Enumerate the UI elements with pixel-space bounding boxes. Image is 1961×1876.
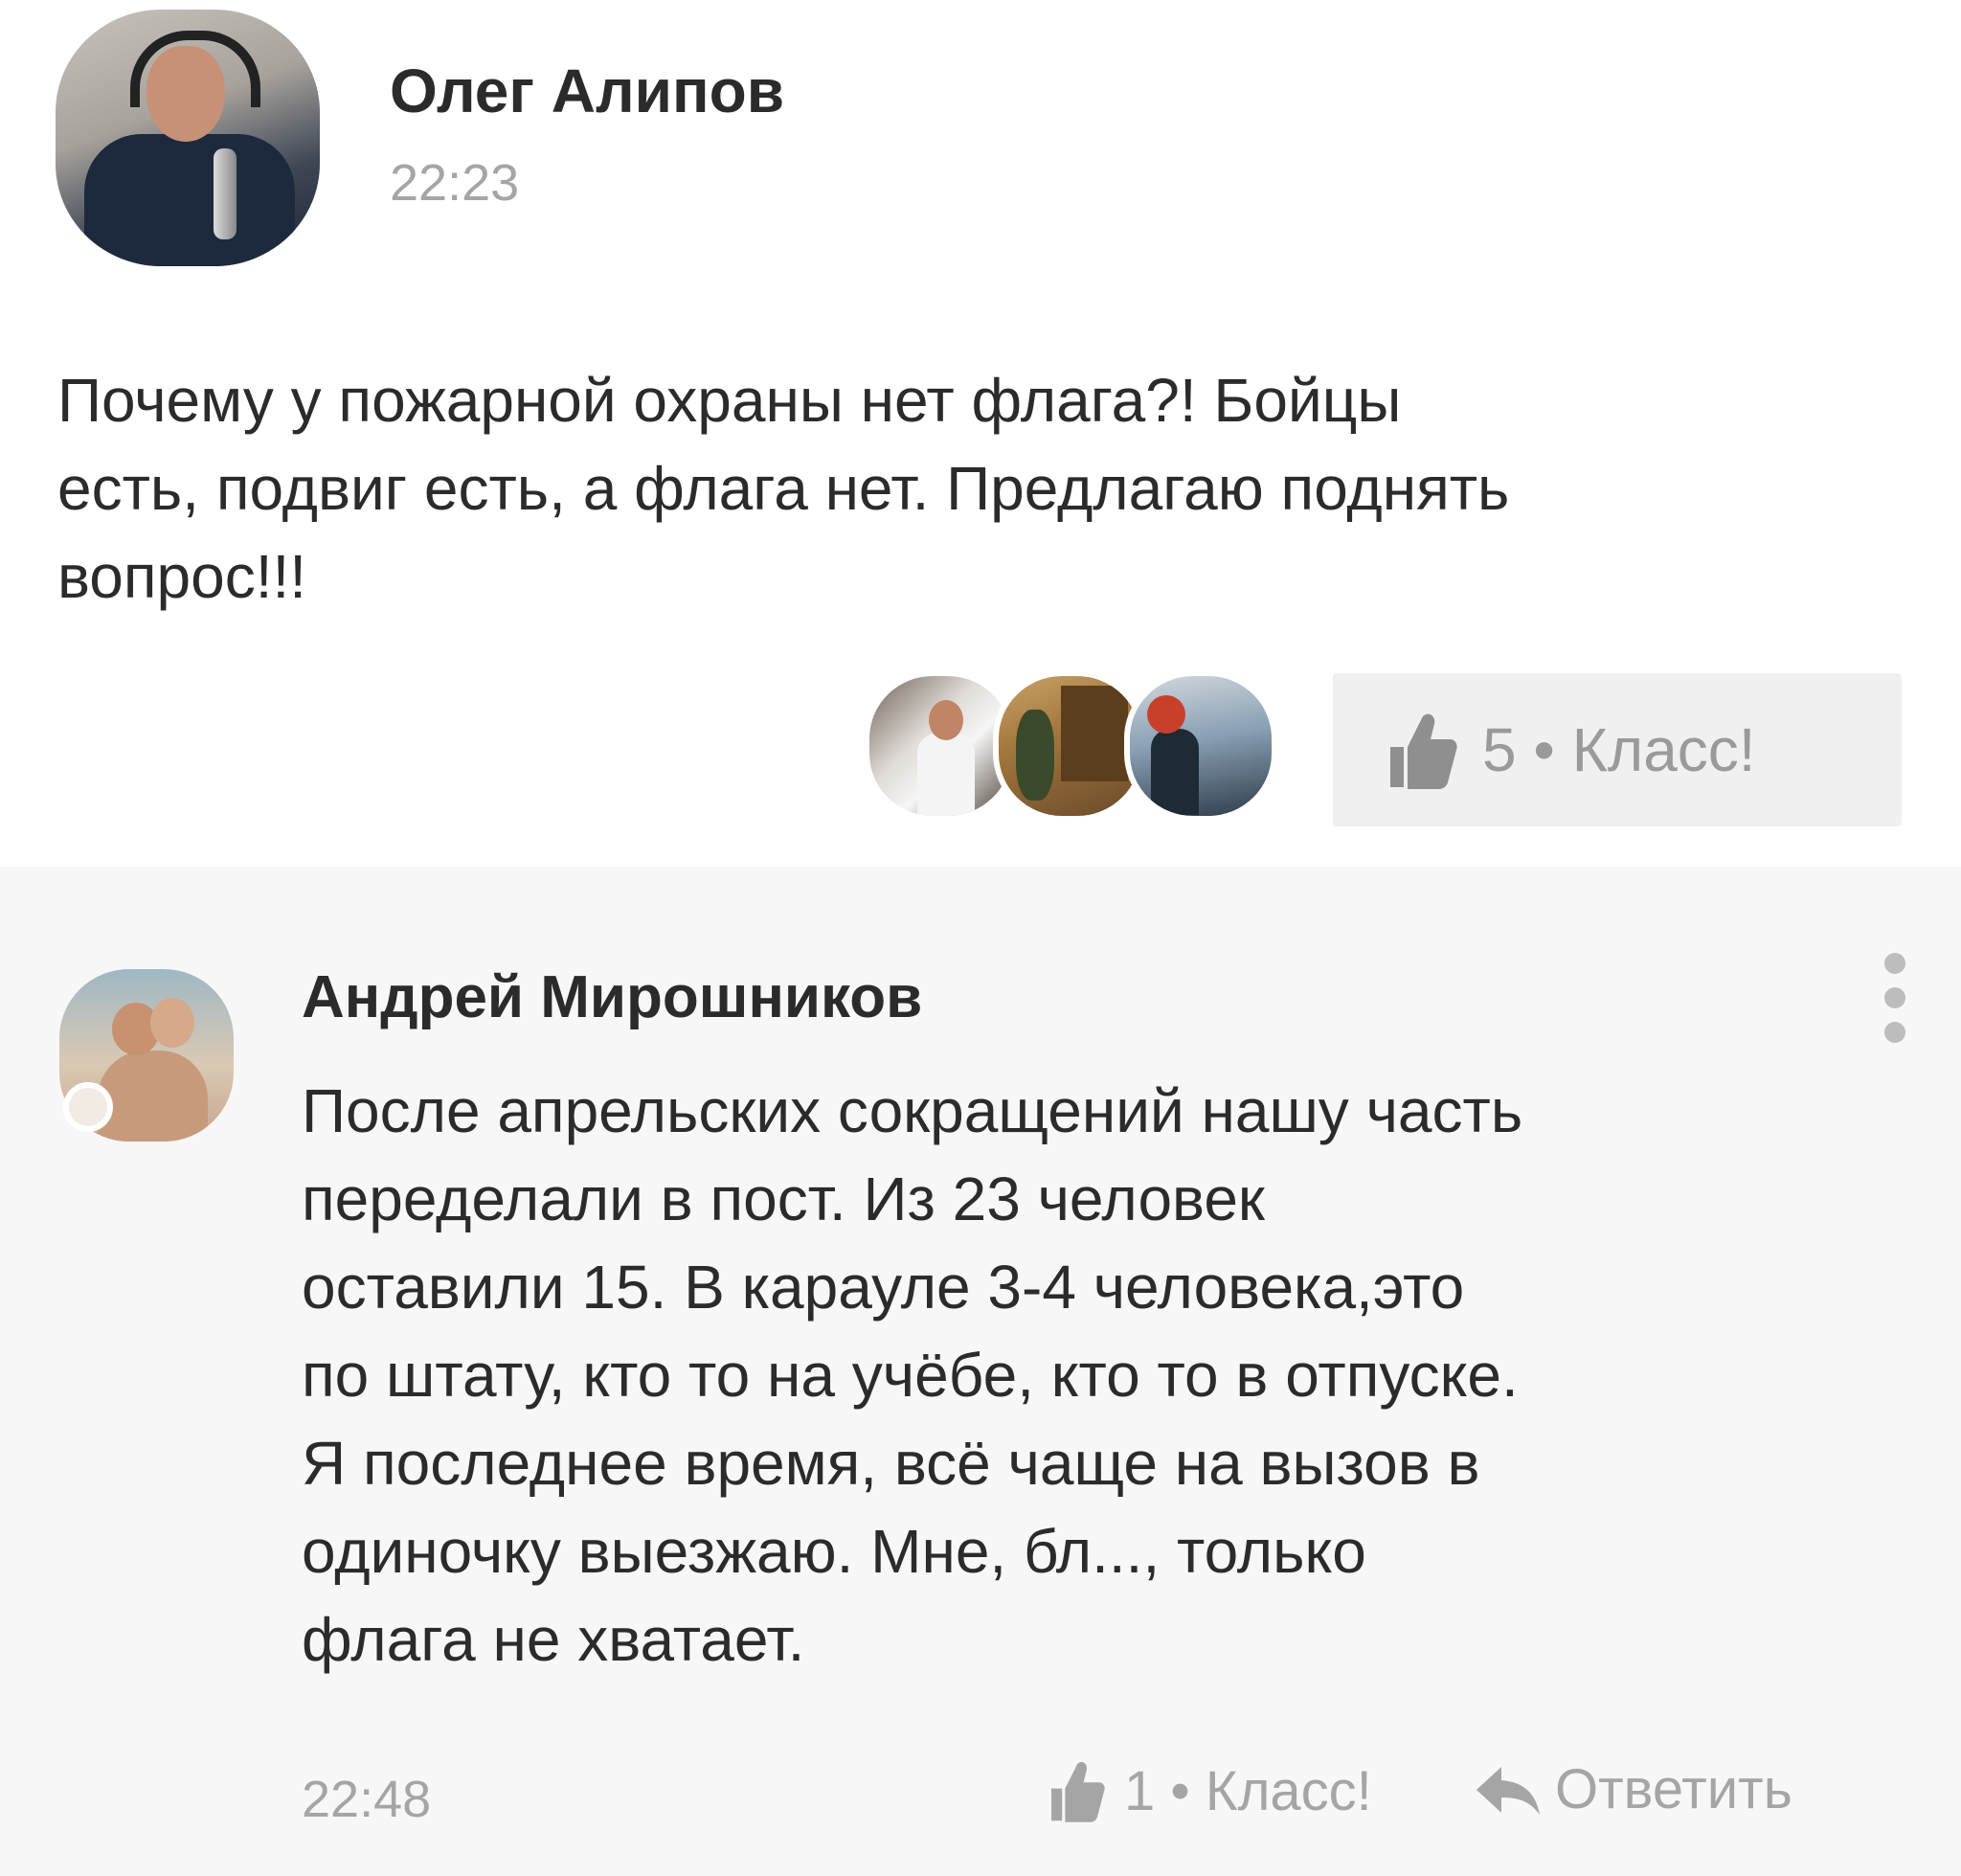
comment-like-button[interactable]: 1 • Класс! — [1044, 1757, 1372, 1824]
avatar-uniform — [84, 134, 295, 266]
post-card: Олег Алипов 22:23 Почему у пожарной охра… — [0, 0, 1961, 867]
liker-avatar[interactable] — [993, 670, 1146, 822]
avatar-headset — [130, 31, 260, 107]
reply-label: Ответить — [1555, 1758, 1792, 1820]
author-avatar[interactable] — [56, 10, 320, 266]
avatar-microphone — [214, 148, 237, 239]
thumbs-up-icon — [1390, 713, 1457, 789]
post-like-button[interactable]: 5 • Класс! — [1333, 673, 1902, 826]
reply-arrow-icon — [1476, 1766, 1540, 1815]
post-time: 22:23 — [390, 154, 520, 212]
thumbs-up-icon — [1051, 1762, 1105, 1822]
comment-text: После апрельских сокращений нашу часть п… — [302, 1076, 1523, 1674]
comment-like-label: 1 • Класс! — [1124, 1759, 1372, 1822]
liker-avatars[interactable] — [864, 670, 1285, 824]
liker-avatar[interactable] — [1124, 670, 1277, 822]
more-vertical-icon[interactable] — [1881, 953, 1909, 1049]
post-text: Почему у пожарной охраны нет флага?! Бой… — [57, 366, 1510, 611]
avatar-status-badge — [63, 1082, 113, 1132]
post-author-name[interactable]: Олег Алипов — [390, 56, 784, 126]
comment-time: 22:48 — [302, 1771, 432, 1828]
comment-author-name[interactable]: Андрей Мирошников — [302, 963, 922, 1031]
post-like-label: 5 • Класс! — [1482, 715, 1756, 784]
reply-button[interactable]: Ответить — [1475, 1757, 1792, 1821]
